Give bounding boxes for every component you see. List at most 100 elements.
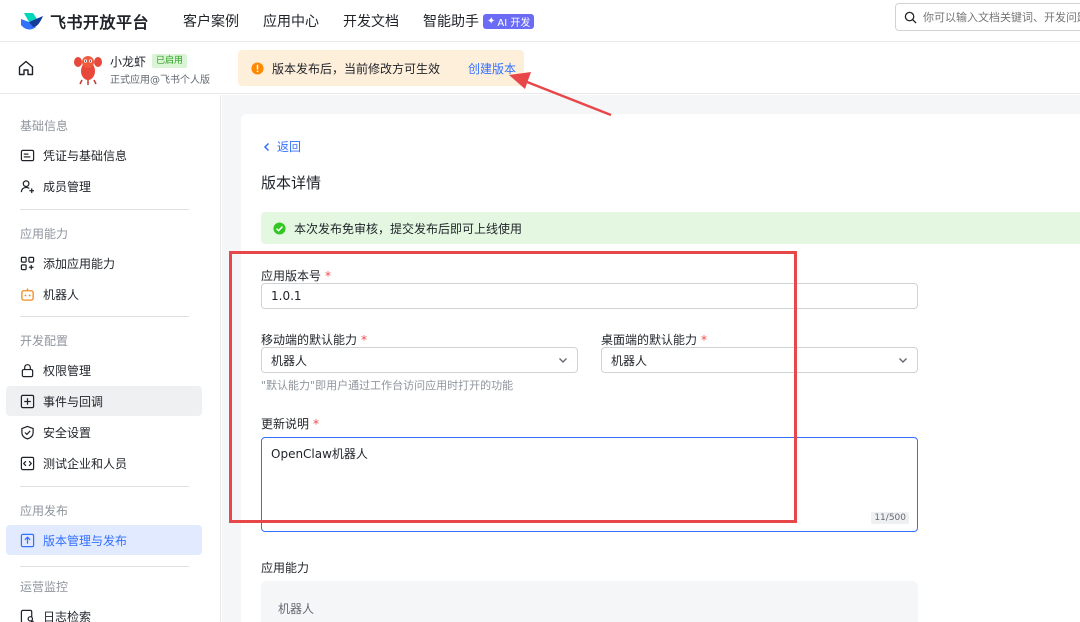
lobster-icon [74, 56, 102, 85]
capability-item: 机器人 [278, 602, 315, 616]
chevron-down-icon [559, 358, 567, 363]
status-badge: 已启用 [152, 54, 188, 68]
sidebar-divider [20, 209, 189, 210]
create-version-link[interactable]: 创建版本 [468, 60, 516, 77]
chevron-down-icon [899, 358, 907, 363]
version-value: 1.0.1 [271, 289, 302, 303]
required-mark: * [325, 269, 332, 283]
home-icon[interactable] [17, 59, 35, 77]
search-box[interactable] [895, 3, 1080, 31]
log-search-icon [20, 609, 35, 622]
app-header: 小龙虾 已启用 正式应用@飞书个人版 版本发布后，当前修改方可生效 创建版本 [0, 42, 1080, 94]
shield-icon [21, 425, 34, 440]
sidebar-item-events[interactable]: 事件与回调 [6, 386, 202, 416]
event-callback-icon [20, 394, 35, 408]
sidebar-item-version-management[interactable]: 版本管理与发布 [6, 525, 202, 555]
check-circle-icon [273, 221, 286, 235]
notes-label-text: 更新说明 [261, 417, 310, 431]
code-icon [20, 456, 35, 470]
sidebar-item-label: 机器人 [43, 287, 80, 302]
user-add-icon [20, 179, 35, 193]
back-link[interactable]: 返回 [262, 138, 301, 155]
sidebar-item-add-capability[interactable]: 添加应用能力 [6, 248, 202, 278]
nav-item-app-center[interactable]: 应用中心 [263, 11, 319, 31]
nav-item-assistant-label: 智能助手 [423, 13, 480, 30]
mobile-capability-value: 机器人 [271, 353, 308, 368]
ai-badge-label: AI 开发 [497, 18, 531, 29]
desktop-capability-select[interactable]: 机器人 [601, 347, 918, 373]
search-input[interactable] [923, 10, 1080, 24]
sidebar-section-basic: 基础信息 [20, 119, 69, 133]
desktop-capability-label-text: 桌面端的默认能力 [601, 333, 698, 347]
version-input[interactable]: 1.0.1 [261, 283, 918, 309]
capability-section-label: 应用能力 [261, 561, 310, 575]
sidebar-section-monitoring: 运营监控 [20, 580, 69, 594]
notice-text: 版本发布后，当前修改方可生效 [272, 61, 441, 76]
sidebar-divider [20, 486, 189, 487]
sidebar-item-members[interactable]: 成员管理 [6, 171, 202, 201]
sidebar-divider [20, 566, 189, 567]
back-label: 返回 [277, 140, 302, 154]
mobile-capability-label: 移动端的默认能力 * [261, 331, 367, 348]
sidebar-item-label: 版本管理与发布 [43, 533, 128, 548]
char-counter: 11/500 [871, 512, 909, 524]
sidebar-item-label: 日志检索 [43, 609, 92, 622]
capability-box: 机器人 [261, 581, 918, 622]
lock-icon [21, 363, 34, 377]
success-banner: 本次发布免审核，提交发布后即可上线使用 [261, 212, 1080, 244]
feishu-logo-icon [21, 12, 43, 29]
sidebar: 基础信息 凭证与基础信息 成员管理 应用能力 添加应用能力 机器人 开发配置 权… [0, 95, 221, 622]
required-mark: * [313, 417, 320, 431]
robot-icon [21, 287, 34, 301]
desktop-capability-label: 桌面端的默认能力 * [601, 331, 707, 348]
page-title: 版本详情 [261, 174, 322, 192]
sidebar-item-log-search[interactable]: 日志检索 [6, 601, 202, 622]
logo-text: 飞书开放平台 [50, 12, 150, 32]
ai-badge: ✦ AI 开发 [483, 14, 535, 29]
version-label-text: 应用版本号 [261, 269, 322, 283]
top-navbar: 飞书开放平台 客户案例 应用中心 开发文档 智能助手 ✦ AI 开发 [0, 0, 1080, 42]
app-name: 小龙虾 [110, 55, 147, 69]
sparkle-icon: ✦ [487, 16, 496, 27]
nav-item-cases[interactable]: 客户案例 [183, 11, 239, 31]
sidebar-item-label: 凭证与基础信息 [43, 148, 128, 163]
mobile-capability-label-text: 移动端的默认能力 [261, 333, 358, 347]
sidebar-item-credentials[interactable]: 凭证与基础信息 [6, 140, 202, 170]
warning-icon [251, 61, 264, 75]
release-notes-value: OpenClaw机器人 [271, 447, 368, 461]
sidebar-item-label: 权限管理 [43, 363, 92, 378]
sidebar-item-test-users[interactable]: 测试企业和人员 [6, 448, 202, 478]
version-label: 应用版本号 * [261, 267, 331, 284]
required-mark: * [361, 333, 368, 347]
sidebar-item-label: 添加应用能力 [43, 256, 116, 271]
sidebar-item-label: 安全设置 [43, 425, 92, 440]
mobile-capability-select[interactable]: 机器人 [261, 347, 578, 373]
release-notes-textarea[interactable]: OpenClaw机器人 11/500 [261, 437, 918, 532]
app-subtitle: 正式应用@飞书个人版 [110, 75, 210, 86]
sidebar-item-label: 测试企业和人员 [43, 456, 128, 471]
success-text: 本次发布免审核，提交发布后即可上线使用 [294, 221, 523, 236]
sidebar-item-label: 成员管理 [43, 179, 92, 194]
sidebar-divider [20, 316, 189, 317]
sidebar-item-permissions[interactable]: 权限管理 [6, 355, 202, 385]
search-icon [904, 11, 917, 24]
desktop-capability-value: 机器人 [611, 353, 648, 368]
nav-item-assistant[interactable]: 智能助手 ✦ AI 开发 [423, 11, 535, 31]
required-mark: * [701, 333, 708, 347]
chevron-left-icon [263, 142, 270, 151]
logo[interactable]: 飞书开放平台 [20, 9, 149, 33]
nav-item-docs[interactable]: 开发文档 [343, 11, 399, 31]
sidebar-item-label: 事件与回调 [43, 394, 104, 409]
default-capability-hint: "默认能力"即用户通过工作台访问应用时打开的功能 [261, 379, 514, 392]
sidebar-section-capabilities: 应用能力 [20, 227, 69, 241]
notes-label: 更新说明 * [261, 415, 319, 432]
sidebar-item-security[interactable]: 安全设置 [6, 417, 202, 447]
id-card-icon [20, 149, 35, 161]
sidebar-item-bot[interactable]: 机器人 [6, 279, 202, 309]
upload-icon [20, 533, 35, 547]
app-avatar [70, 50, 106, 86]
publish-notice: 版本发布后，当前修改方可生效 创建版本 [238, 50, 524, 86]
sidebar-section-publish: 应用发布 [20, 504, 69, 518]
sidebar-section-dev-config: 开发配置 [20, 334, 69, 348]
grid-plus-icon [20, 256, 35, 270]
